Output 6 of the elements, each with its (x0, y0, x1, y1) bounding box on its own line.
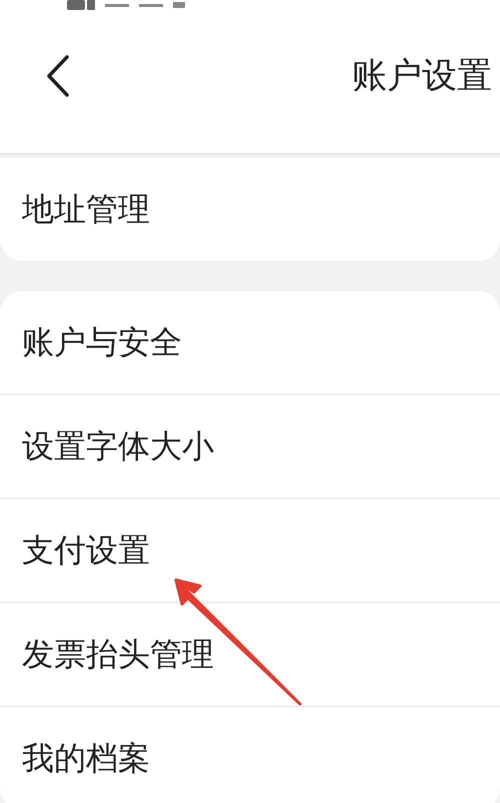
settings-item[interactable]: 地址管理 (0, 158, 500, 261)
settings-item[interactable]: 我的档案 (0, 706, 500, 803)
settings-item[interactable]: 设置字体大小 (0, 394, 500, 498)
back-icon[interactable] (46, 54, 70, 96)
settings-item[interactable]: 账户与安全 (0, 291, 500, 394)
page-title: 账户设置 (352, 55, 492, 98)
